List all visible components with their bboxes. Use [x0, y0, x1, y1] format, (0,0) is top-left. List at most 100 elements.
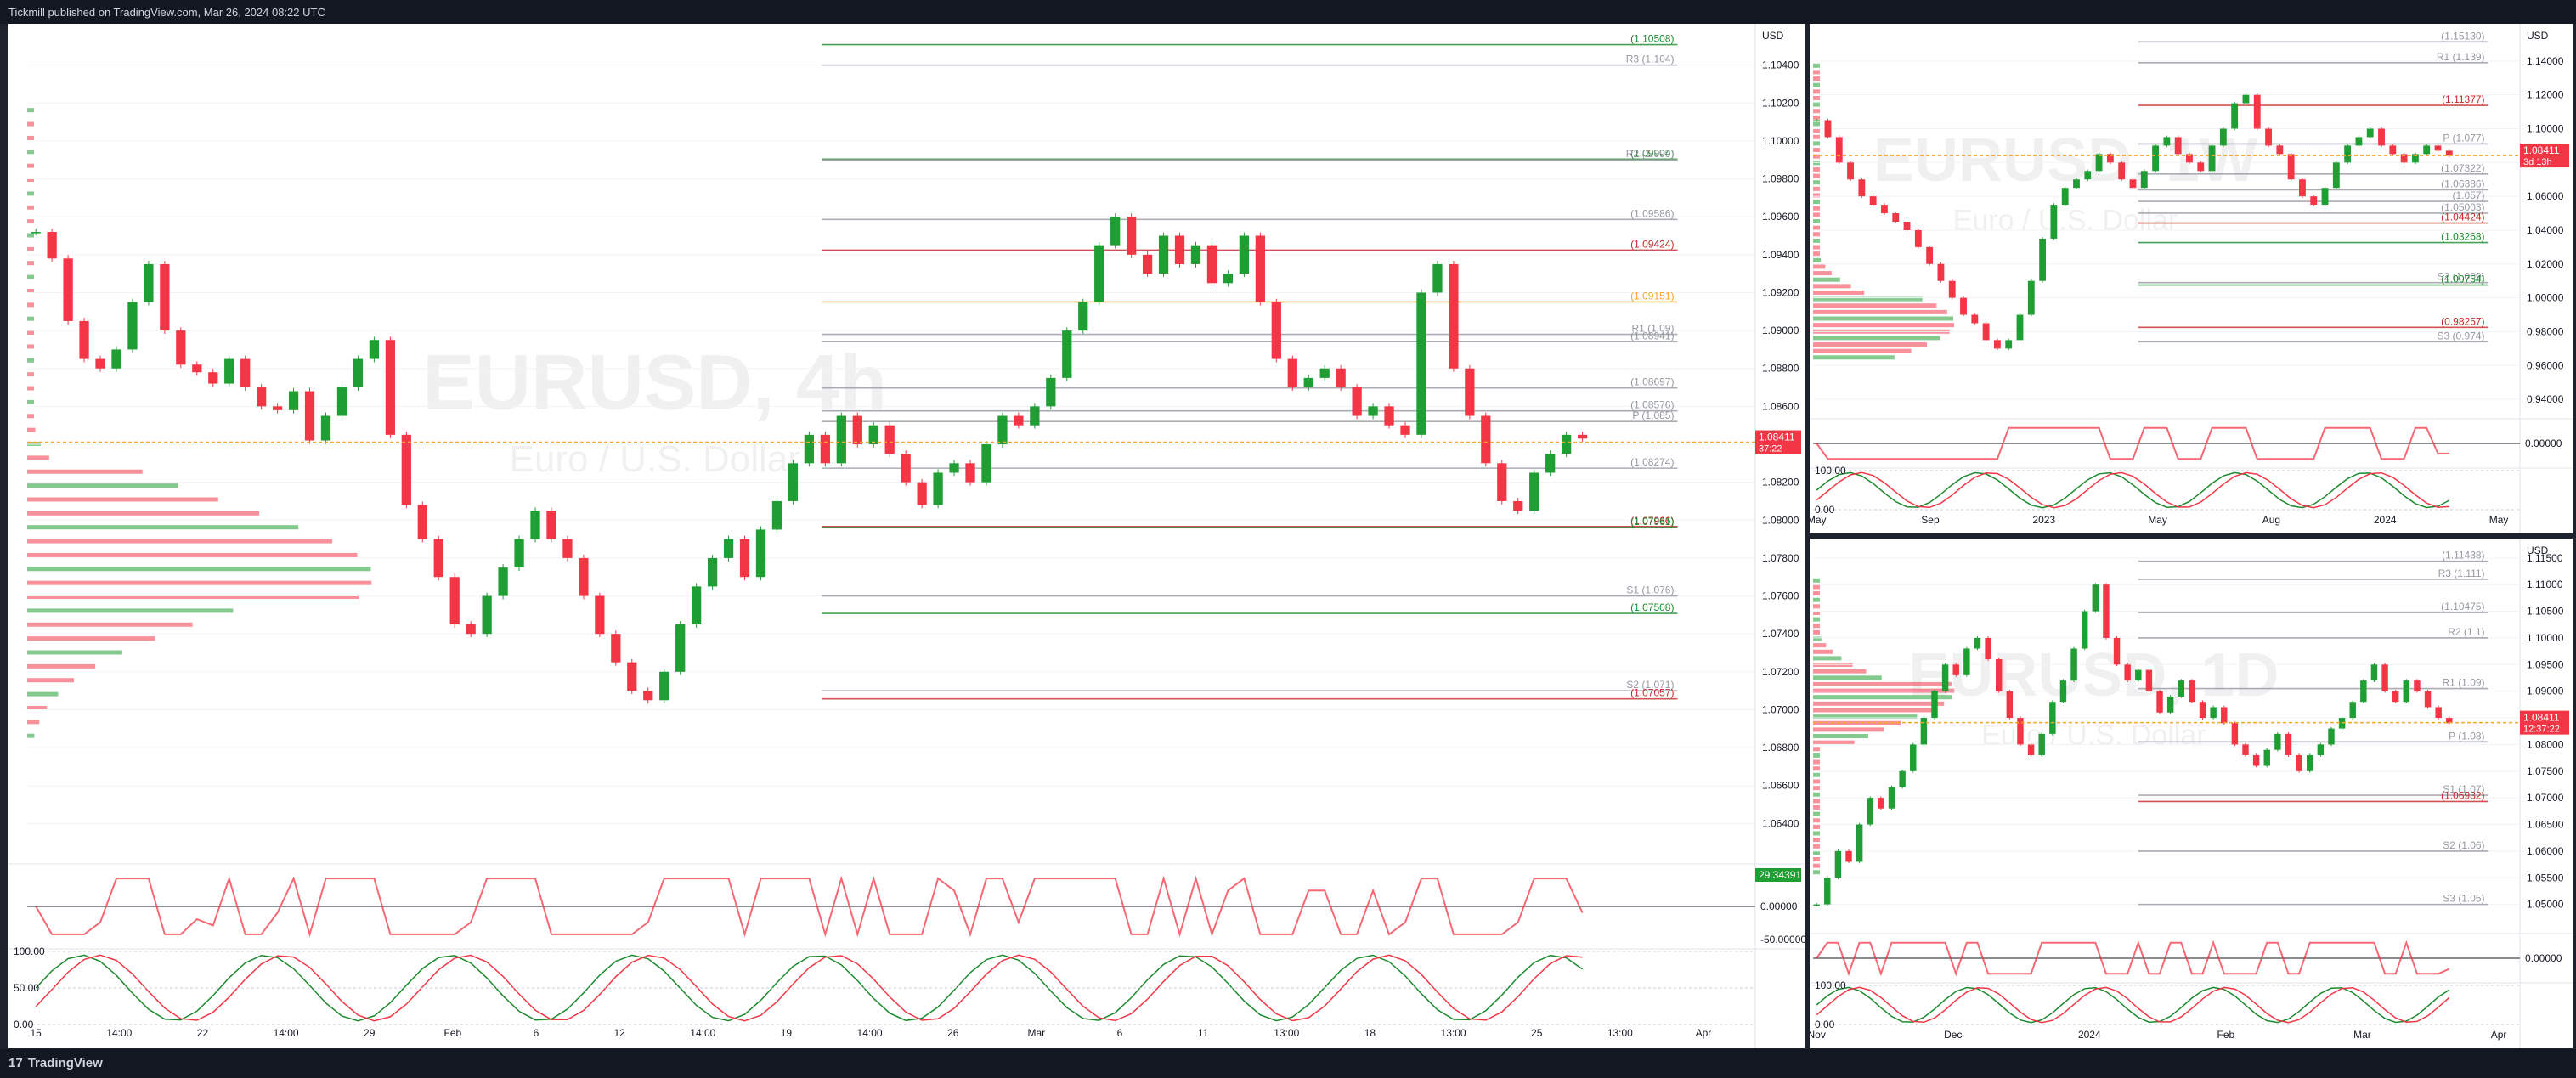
volume-profile-bar: [1813, 838, 1820, 843]
volume-profile-bar: [1813, 831, 1820, 836]
candle-body: [1465, 368, 1475, 416]
candle-body: [47, 232, 57, 259]
chart-panel-weekly[interactable]: EURUSD, 1W Euro / U.S. Dollar USD 1.14000 1.…: [1810, 24, 2573, 533]
chart-watermark: EURUSD, 1W: [1873, 127, 2257, 195]
candle-body: [1834, 850, 1842, 878]
candle-body: [933, 472, 943, 505]
level-label: S2 (1.06): [2443, 839, 2484, 851]
candle-body: [2344, 145, 2352, 163]
candle-body: [1174, 235, 1185, 264]
candle-body: [2360, 680, 2367, 703]
candle-body: [1845, 850, 1852, 862]
candle-body: [144, 263, 154, 302]
candle-body: [2310, 196, 2318, 206]
chart-svg-daily[interactable]: EURUSD, 1DEuro / U.S. DollarUSD1.115001.…: [1810, 539, 2573, 1048]
level-label: (1.057): [2453, 189, 2485, 201]
last-price-countdown: 3d 13h: [2523, 157, 2552, 167]
candle-body: [2414, 680, 2421, 691]
candle-body: [1255, 235, 1265, 302]
volume-profile-bar: [27, 399, 34, 404]
volume-profile-bar: [1813, 656, 1842, 661]
candle-body: [1995, 659, 2003, 691]
volume-profile-bar: [1813, 355, 1895, 360]
volume-profile-bar: [27, 539, 333, 544]
tradingview-logo[interactable]: 17 TradingView: [8, 1056, 103, 1070]
y-tick-label: 1.09000: [1762, 325, 1799, 336]
candle-body: [1926, 246, 1934, 264]
volume-profile-bar: [1813, 63, 1820, 68]
candle-body: [611, 634, 621, 663]
candle-body: [1127, 217, 1137, 255]
candle-body: [917, 482, 927, 505]
volume-profile: [1813, 578, 1955, 875]
chart-svg-weekly[interactable]: EURUSD, 1W Euro / U.S. Dollar USD 1.14000 1.…: [1810, 24, 2573, 533]
volume-profile-bar: [1813, 870, 1820, 875]
volume-profile-bar: [1813, 102, 1820, 107]
candle-body: [2027, 744, 2035, 755]
level-label: (1.09586): [1630, 207, 1674, 219]
chart-panel-main[interactable]: EURUSD, 4h Euro / U.S. Dollar USD 1.10400 1.…: [8, 24, 1805, 1048]
candle-body: [1271, 302, 1281, 359]
candle-body: [1881, 205, 1888, 214]
level-label: R2 (1.099): [1626, 148, 1675, 160]
volume-profile-bar: [1813, 193, 1820, 198]
last-price-label: 1.08411: [1759, 432, 1795, 443]
candle-body: [1892, 213, 1900, 222]
candle-body: [2423, 145, 2431, 155]
candle-body: [433, 539, 443, 578]
candle-body: [643, 691, 653, 701]
candle-body: [2321, 188, 2329, 206]
y-tick-label: 0.96000: [2527, 359, 2564, 371]
volume-profile-bar: [27, 191, 34, 196]
candle-body: [852, 415, 862, 444]
volume-profile-bar: [27, 608, 234, 613]
candle-body: [2199, 702, 2206, 719]
y-tick-label: 1.06000: [2527, 190, 2564, 202]
candle-body: [353, 358, 364, 388]
x-tick-label: Mar: [1028, 1027, 1046, 1039]
candle-body: [675, 624, 686, 672]
volume-profile-bar: [1813, 799, 1820, 804]
stoch-d-line: [1816, 471, 2449, 509]
candle-body: [659, 671, 669, 701]
candle-body: [2349, 702, 2356, 719]
candle-body: [2434, 145, 2442, 151]
candle-body: [2378, 128, 2385, 146]
stoch-axis-label: 50.00: [14, 982, 39, 994]
candle-body: [1416, 292, 1426, 435]
candle-body: [498, 567, 508, 596]
candle-body: [1078, 302, 1088, 331]
volume-profile-bar: [1813, 264, 1826, 269]
y-tick-label: 1.08800: [1762, 363, 1799, 375]
candle-body: [1287, 358, 1297, 388]
chart-watermark-subtitle: Euro / U.S. Dollar: [510, 438, 800, 480]
cci-axis-label: -50.00000: [1760, 934, 1805, 945]
volume-profile-bar: [1813, 200, 1820, 205]
candle-body: [336, 387, 347, 416]
volume-profile-bar: [1813, 629, 1820, 635]
volume-profile-bar: [1813, 818, 1820, 823]
candle-body: [2197, 162, 2205, 172]
volume-profile-bar: [1813, 786, 1820, 791]
y-tick-label: 1.06600: [1762, 780, 1799, 792]
candle-body: [2006, 691, 2014, 719]
x-tick-label: May: [1810, 514, 1826, 526]
candle-body: [401, 434, 411, 505]
volume-profile-bar: [27, 691, 59, 697]
level-label: (1.07057): [1630, 687, 1674, 699]
volume-profile-bar: [1813, 342, 1928, 347]
x-tick-label: Feb: [444, 1027, 462, 1039]
volume-profile-bar: [1813, 604, 1820, 609]
volume-profile-bar: [27, 636, 155, 641]
y-tick-label: 1.08200: [1762, 477, 1799, 488]
candle-body: [2061, 188, 2069, 206]
currency-label: USD: [2527, 30, 2549, 42]
candle-body: [2124, 664, 2131, 681]
volume-profile-bar: [27, 121, 34, 127]
volume-profile-bar: [1813, 166, 1820, 172]
x-tick-label: Sep: [1921, 514, 1940, 526]
candle-body: [2231, 723, 2239, 745]
chart-svg-main[interactable]: EURUSD, 4h Euro / U.S. Dollar USD 1.10400 1.…: [8, 24, 1805, 1048]
chart-panel-daily[interactable]: EURUSD, 1D Euro / U.S. Dollar USD 1.11500 1.…: [1810, 539, 2573, 1048]
candle-body: [288, 391, 299, 410]
